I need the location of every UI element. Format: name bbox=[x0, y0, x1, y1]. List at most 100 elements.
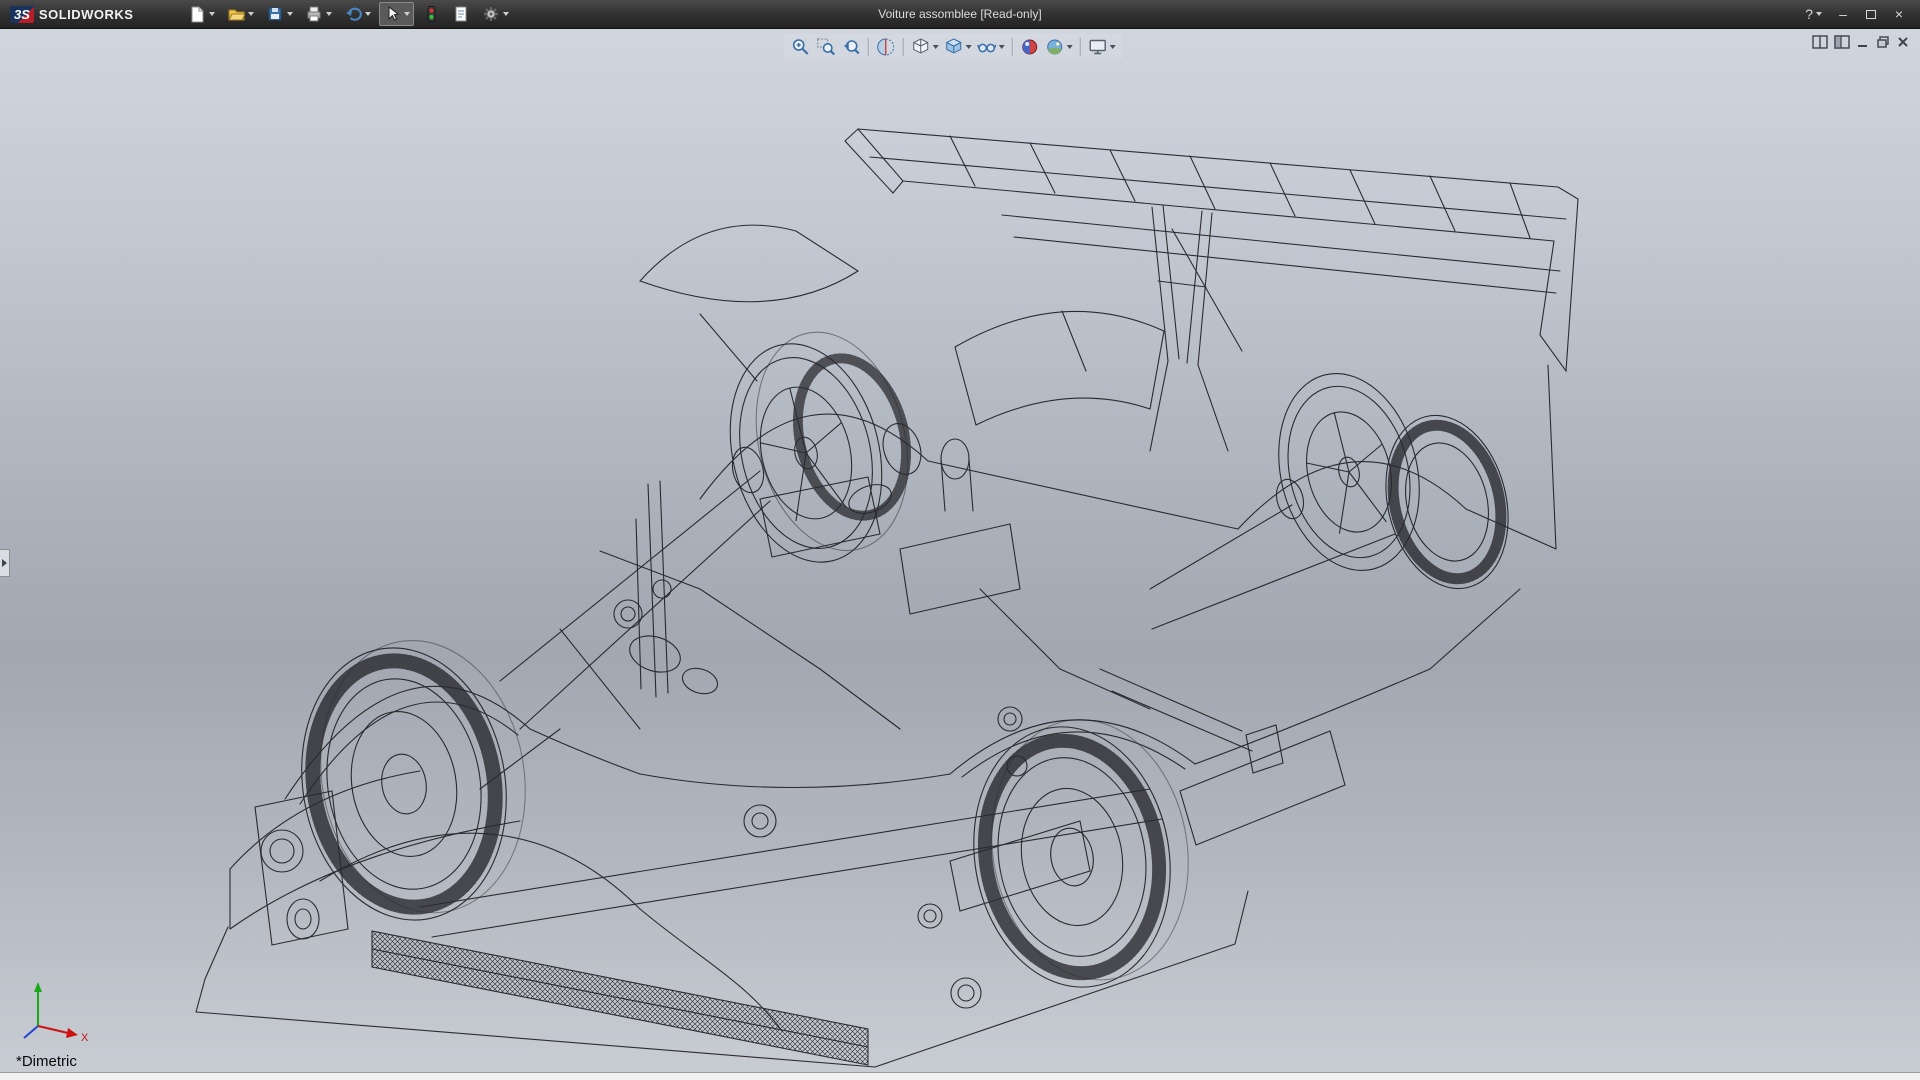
new-document-button[interactable] bbox=[184, 2, 219, 26]
rebuild-button[interactable] bbox=[418, 2, 444, 26]
featuremanager-flyout-arrow[interactable] bbox=[0, 549, 10, 577]
display-style-button[interactable] bbox=[943, 36, 973, 58]
reference-triad: X bbox=[12, 978, 96, 1050]
document-window-controls bbox=[1812, 35, 1910, 49]
dropdown-caret-icon[interactable] bbox=[1110, 45, 1116, 49]
status-bar bbox=[0, 1072, 1920, 1080]
select-cursor-icon bbox=[383, 5, 401, 23]
dropdown-caret-icon[interactable] bbox=[248, 12, 254, 16]
dropdown-caret-icon[interactable] bbox=[1816, 12, 1822, 16]
new-document-icon bbox=[188, 5, 206, 23]
dropdown-caret-icon[interactable] bbox=[404, 12, 410, 16]
zoom-to-fit-button[interactable] bbox=[790, 36, 812, 58]
dropdown-caret-icon[interactable] bbox=[933, 45, 939, 49]
help-label: ? bbox=[1805, 6, 1813, 22]
hide-show-items-glasses-icon bbox=[977, 37, 997, 57]
toolbar-separator bbox=[1012, 38, 1013, 56]
minimize-document-button[interactable] bbox=[1856, 35, 1870, 49]
solidworks-logo: 3S SOLIDWORKS bbox=[10, 6, 158, 23]
close-button[interactable]: × bbox=[1886, 3, 1912, 25]
expand-pane-icon bbox=[1834, 35, 1850, 49]
triad-x-label: X bbox=[81, 1032, 89, 1044]
undo-button[interactable] bbox=[340, 2, 375, 26]
zoom-to-area-button[interactable] bbox=[815, 36, 837, 58]
print-icon bbox=[305, 5, 323, 23]
close-icon: × bbox=[1895, 6, 1903, 22]
close-document-icon bbox=[1896, 35, 1910, 49]
view-orientation-label: *Dimetric bbox=[16, 1053, 77, 1070]
options-gear-icon bbox=[482, 5, 500, 23]
edit-appearance-sphere-icon bbox=[1020, 37, 1040, 57]
wing-supports[interactable] bbox=[1150, 205, 1242, 451]
file-properties-button[interactable] bbox=[448, 2, 474, 26]
front-right-tire-tread[interactable] bbox=[782, 347, 922, 527]
rear-right-inner-wheel[interactable] bbox=[1368, 402, 1525, 601]
restore-pane-icon bbox=[1812, 35, 1828, 49]
triad-x-axis-icon bbox=[66, 1028, 78, 1038]
car-wireframe-model[interactable] bbox=[0, 29, 1920, 1072]
dropdown-caret-icon[interactable] bbox=[365, 12, 371, 16]
print-button[interactable] bbox=[301, 2, 336, 26]
graphics-area[interactable]: X *Dimetric bbox=[0, 29, 1920, 1072]
hide-show-items-button[interactable] bbox=[976, 36, 1006, 58]
dropdown-caret-icon[interactable] bbox=[326, 12, 332, 16]
toolbar-separator bbox=[868, 38, 869, 56]
dropdown-caret-icon[interactable] bbox=[209, 12, 215, 16]
titlebar: Voiture assomblee [Read-only] 3S SOLIDWO… bbox=[0, 0, 1920, 29]
dropdown-caret-icon[interactable] bbox=[999, 45, 1005, 49]
dropdown-caret-icon[interactable] bbox=[1067, 45, 1073, 49]
previous-view-button[interactable] bbox=[840, 36, 862, 58]
toolbar-separator bbox=[903, 38, 904, 56]
minimize-icon: – bbox=[1839, 6, 1847, 22]
apply-scene-icon bbox=[1045, 37, 1065, 57]
open-button[interactable] bbox=[223, 2, 258, 26]
maximize-icon bbox=[1866, 10, 1876, 19]
zoom-to-area-icon bbox=[816, 37, 836, 57]
help-button[interactable]: ? bbox=[1799, 3, 1828, 25]
maximize-button[interactable] bbox=[1858, 3, 1884, 25]
apply-scene-button[interactable] bbox=[1044, 36, 1074, 58]
app-name: SOLIDWORKS bbox=[39, 7, 134, 22]
window-controls: ? – × bbox=[1799, 3, 1912, 25]
expand-pane-button[interactable] bbox=[1834, 35, 1850, 49]
rear-left-wheel[interactable] bbox=[953, 704, 1209, 1003]
rear-wing[interactable] bbox=[845, 129, 1578, 371]
solidworks-window: Voiture assomblee [Read-only] 3S SOLIDWO… bbox=[0, 0, 1920, 1080]
save-button[interactable] bbox=[262, 2, 297, 26]
minimize-button[interactable]: – bbox=[1830, 3, 1856, 25]
previous-view-icon bbox=[841, 37, 861, 57]
restore-pane-button[interactable] bbox=[1812, 35, 1828, 49]
toolbar-separator bbox=[1080, 38, 1081, 56]
edit-appearance-button[interactable] bbox=[1019, 36, 1041, 58]
triad-z-axis-icon bbox=[24, 1026, 38, 1038]
restore-document-button[interactable] bbox=[1876, 35, 1890, 49]
view-orientation-button[interactable] bbox=[910, 36, 940, 58]
dropdown-caret-icon[interactable] bbox=[503, 12, 509, 16]
view-orientation-cube-icon bbox=[911, 37, 931, 57]
3ds-logo-icon: 3S bbox=[10, 6, 34, 23]
options-button[interactable] bbox=[478, 2, 513, 26]
file-properties-icon bbox=[452, 5, 470, 23]
save-icon bbox=[266, 5, 284, 23]
rebuild-traffic-light-icon bbox=[422, 5, 440, 23]
chevron-right-icon bbox=[2, 559, 7, 567]
section-view-icon bbox=[876, 37, 896, 57]
heads-up-view-toolbar bbox=[784, 34, 1123, 60]
view-settings-button[interactable] bbox=[1087, 36, 1117, 58]
section-view-button[interactable] bbox=[875, 36, 897, 58]
triad-y-axis-icon bbox=[34, 982, 42, 992]
open-folder-icon bbox=[227, 5, 245, 23]
restore-document-icon bbox=[1876, 35, 1890, 49]
side-grille[interactable] bbox=[372, 931, 868, 1065]
main-toolbar bbox=[184, 2, 513, 26]
front-right-wheel[interactable] bbox=[707, 316, 931, 578]
zoom-to-fit-icon bbox=[791, 37, 811, 57]
select-button[interactable] bbox=[379, 2, 414, 26]
minimize-document-icon bbox=[1856, 35, 1870, 49]
display-style-icon bbox=[944, 37, 964, 57]
dropdown-caret-icon[interactable] bbox=[287, 12, 293, 16]
view-settings-monitor-icon bbox=[1088, 37, 1108, 57]
dropdown-caret-icon[interactable] bbox=[966, 45, 972, 49]
close-document-button[interactable] bbox=[1896, 35, 1910, 49]
front-left-wheel[interactable] bbox=[280, 624, 547, 936]
